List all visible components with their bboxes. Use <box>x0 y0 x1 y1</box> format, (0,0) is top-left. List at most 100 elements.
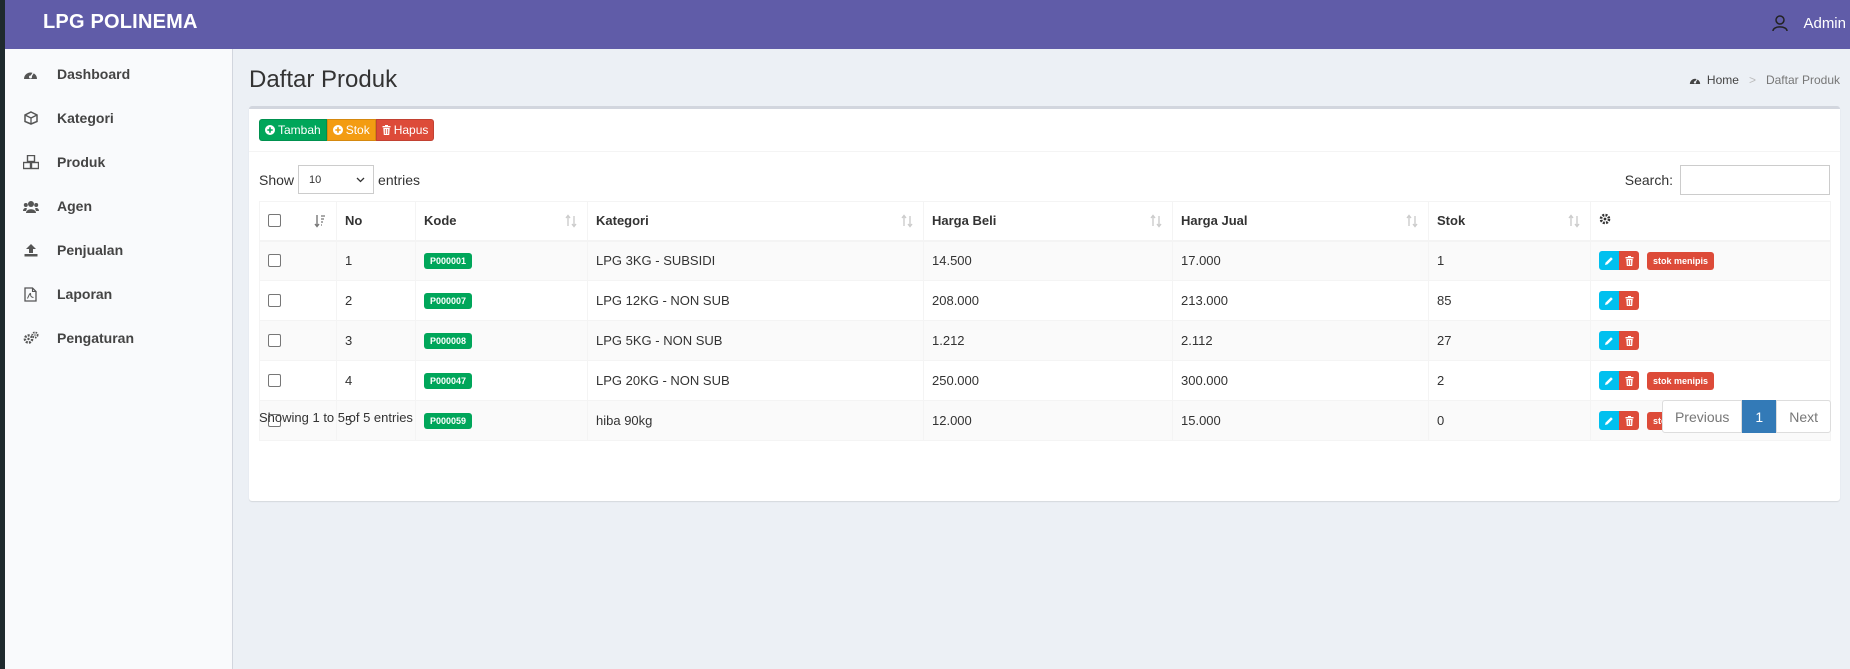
window-edge <box>0 0 5 669</box>
kode-cell: P000059 <box>415 400 588 441</box>
harga-jual-cell: 2.112 <box>1172 320 1429 361</box>
delete-button[interactable]: Hapus <box>375 119 435 141</box>
column-header-label: Kategori <box>596 213 649 229</box>
delete-row-button[interactable] <box>1619 411 1639 430</box>
edit-button[interactable] <box>1599 291 1619 310</box>
select-all-checkbox[interactable] <box>268 214 281 228</box>
edit-button[interactable] <box>1599 251 1619 271</box>
harga-jual-cell: 300.000 <box>1172 360 1429 401</box>
stok-cell: 1 <box>1428 240 1591 281</box>
column-header-label: Harga Beli <box>932 213 997 229</box>
breadcrumb-current: Daftar Produk <box>1765 73 1840 87</box>
upload-icon <box>22 242 39 259</box>
add-button-label: Tambah <box>278 123 321 137</box>
sort-both-icon <box>565 214 577 228</box>
brand-logo[interactable]: LPG POLINEMA <box>43 11 198 34</box>
sidebar-item-agen[interactable]: Agen <box>5 184 232 228</box>
page-length-select[interactable]: 10 <box>298 165 375 194</box>
search-input[interactable] <box>1680 165 1830 195</box>
cogs-icon <box>22 330 39 347</box>
delete-row-button[interactable] <box>1619 331 1639 350</box>
chevron-down-icon <box>356 177 365 182</box>
delete-row-button[interactable] <box>1619 251 1639 271</box>
product-box: Tambah Stok Hapus Show 10 entries Search… <box>249 106 1840 501</box>
row-checkbox[interactable] <box>268 334 281 347</box>
sidebar: Dashboard Kategori Produk Agen Penjualan… <box>5 49 233 669</box>
harga-beli-cell: 14.500 <box>923 240 1173 281</box>
next-page-button[interactable]: Next <box>1776 400 1831 433</box>
search-label: Search: <box>1624 172 1673 188</box>
sidebar-item-produk[interactable]: Produk <box>5 140 232 184</box>
sidebar-item-laporan[interactable]: Laporan <box>5 272 232 316</box>
column-header-stok[interactable]: Stok <box>1428 201 1591 242</box>
trash-icon <box>1625 295 1633 306</box>
cube-icon <box>22 110 39 127</box>
add-button[interactable]: Tambah <box>259 119 327 141</box>
user-menu[interactable]: Admin <box>1771 14 1846 32</box>
sidebar-item-label: Penjualan <box>57 242 124 258</box>
sidebar-item-pengaturan[interactable]: Pengaturan <box>5 316 232 360</box>
sort-asc-icon[interactable] <box>314 214 326 228</box>
table-header-row: No Kode Kategori Harga Beli Harga Jual S… <box>259 201 1831 242</box>
sidebar-item-label: Agen <box>57 198 92 214</box>
sort-both-icon <box>901 214 913 228</box>
gear-icon <box>1599 213 1611 225</box>
user-icon <box>1772 15 1789 32</box>
product-table: No Kode Kategori Harga Beli Harga Jual S… <box>259 201 1831 441</box>
delete-row-button[interactable] <box>1619 291 1639 310</box>
trash-icon <box>1625 375 1633 386</box>
actions-cell: stok menipis <box>1590 360 1831 401</box>
kode-cell: P000008 <box>415 320 588 361</box>
table-row: 3 P000008 LPG 5KG - NON SUB 1.212 2.112 … <box>259 320 1831 361</box>
column-header-actions <box>1590 201 1831 242</box>
entries-label: entries <box>378 171 421 188</box>
sidebar-item-dashboard[interactable]: Dashboard <box>5 52 232 96</box>
kategori-cell: LPG 3KG - SUBSIDI <box>587 240 924 281</box>
column-header-kode[interactable]: Kode <box>415 201 588 242</box>
column-header-no[interactable]: No <box>336 201 416 242</box>
kode-badge: P000047 <box>424 373 473 389</box>
stok-cell: 0 <box>1428 400 1591 441</box>
plus-circle-icon <box>332 125 343 135</box>
trash-icon <box>1625 335 1633 346</box>
row-checkbox[interactable] <box>268 254 281 268</box>
edit-button[interactable] <box>1599 411 1619 430</box>
row-checkbox[interactable] <box>268 294 281 307</box>
pencil-icon <box>1605 256 1613 265</box>
stock-button[interactable]: Stok <box>326 119 376 141</box>
no-cell: 2 <box>336 280 416 321</box>
kategori-cell: LPG 5KG - NON SUB <box>587 320 924 361</box>
column-header-harga-jual[interactable]: Harga Jual <box>1172 201 1429 242</box>
breadcrumb-home-link[interactable]: Home <box>1707 73 1739 87</box>
stok-cell: 85 <box>1428 280 1591 321</box>
harga-beli-cell: 1.212 <box>923 320 1173 361</box>
edit-button[interactable] <box>1599 331 1619 350</box>
plus-circle-icon <box>265 125 275 135</box>
page-1-button[interactable]: 1 <box>1742 400 1777 433</box>
sidebar-item-label: Dashboard <box>57 66 131 82</box>
trash-icon <box>1625 255 1633 266</box>
harga-jual-cell: 213.000 <box>1172 280 1429 321</box>
actions-cell: stok menipis <box>1590 240 1831 281</box>
harga-jual-cell: 15.000 <box>1172 400 1429 441</box>
column-header-harga-beli[interactable]: Harga Beli <box>923 201 1173 242</box>
kode-badge: P000007 <box>424 293 473 309</box>
kode-cell: P000001 <box>415 240 588 281</box>
sidebar-item-kategori[interactable]: Kategori <box>5 96 232 140</box>
pencil-icon <box>1605 296 1613 305</box>
dashboard-icon <box>22 66 39 83</box>
table-row: 1 P000001 LPG 3KG - SUBSIDI 14.500 17.00… <box>259 240 1831 281</box>
sort-both-icon <box>1406 214 1418 228</box>
no-cell: 3 <box>336 320 416 361</box>
no-cell: 4 <box>336 360 416 401</box>
page-length-value: 10 <box>309 173 322 186</box>
previous-page-button[interactable]: Previous <box>1661 400 1743 433</box>
edit-button[interactable] <box>1599 371 1619 390</box>
row-checkbox[interactable] <box>268 374 281 387</box>
column-header-label: Kode <box>424 213 457 229</box>
sidebar-item-label: Pengaturan <box>57 330 135 346</box>
kategori-cell: LPG 20KG - NON SUB <box>587 360 924 401</box>
column-header-kategori[interactable]: Kategori <box>587 201 924 242</box>
sidebar-item-penjualan[interactable]: Penjualan <box>5 228 232 272</box>
delete-row-button[interactable] <box>1619 371 1639 390</box>
